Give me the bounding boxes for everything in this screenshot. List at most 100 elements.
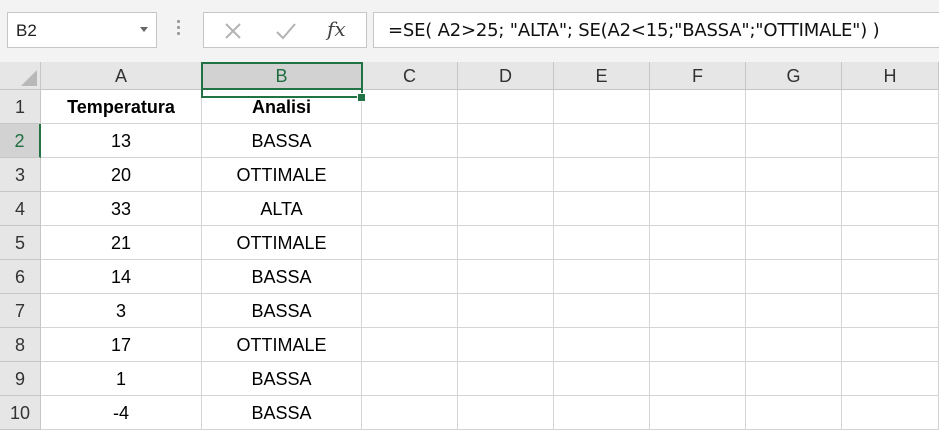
cell-g8[interactable] (746, 328, 842, 362)
cell-b4[interactable]: ALTA (202, 192, 362, 226)
cell-g5[interactable] (746, 226, 842, 260)
close-icon[interactable] (221, 19, 245, 43)
cell-g9[interactable] (746, 362, 842, 396)
column-header-d[interactable]: D (458, 62, 554, 90)
cell-c2[interactable] (362, 124, 458, 158)
cell-h10[interactable] (842, 396, 939, 430)
drag-handle-icon[interactable] (177, 20, 181, 40)
cell-g6[interactable] (746, 260, 842, 294)
cell-a2[interactable]: 13 (41, 124, 202, 158)
cell-c10[interactable] (362, 396, 458, 430)
column-header-h[interactable]: H (842, 62, 939, 90)
cell-f9[interactable] (650, 362, 746, 396)
row-header-3[interactable]: 3 (0, 158, 41, 192)
cell-h3[interactable] (842, 158, 939, 192)
cell-a8[interactable]: 17 (41, 328, 202, 362)
cell-a7[interactable]: 3 (41, 294, 202, 328)
check-icon[interactable] (274, 19, 298, 43)
cell-b6[interactable]: BASSA (202, 260, 362, 294)
spreadsheet-grid[interactable]: A B C D E F G H 1 Temperatura Analisi 2 13 BASSA 3 20 OT… (0, 62, 939, 432)
cell-h8[interactable] (842, 328, 939, 362)
column-header-c[interactable]: C (362, 62, 458, 90)
row-header-10[interactable]: 10 (0, 396, 41, 430)
cell-e1[interactable] (554, 90, 650, 124)
cell-f1[interactable] (650, 90, 746, 124)
row-header-1[interactable]: 1 (0, 90, 41, 124)
cell-a5[interactable]: 21 (41, 226, 202, 260)
cell-f4[interactable] (650, 192, 746, 226)
row-header-5[interactable]: 5 (0, 226, 41, 260)
cell-f3[interactable] (650, 158, 746, 192)
cell-c9[interactable] (362, 362, 458, 396)
column-header-g[interactable]: G (746, 62, 842, 90)
cell-h2[interactable] (842, 124, 939, 158)
cell-f2[interactable] (650, 124, 746, 158)
column-header-b[interactable]: B (202, 62, 362, 90)
cell-e7[interactable] (554, 294, 650, 328)
column-header-a[interactable]: A (41, 62, 202, 90)
column-header-f[interactable]: F (650, 62, 746, 90)
cell-c4[interactable] (362, 192, 458, 226)
row-header-9[interactable]: 9 (0, 362, 41, 396)
cell-g3[interactable] (746, 158, 842, 192)
cell-g4[interactable] (746, 192, 842, 226)
cell-a9[interactable]: 1 (41, 362, 202, 396)
cell-b8[interactable]: OTTIMALE (202, 328, 362, 362)
cell-h5[interactable] (842, 226, 939, 260)
cell-g1[interactable] (746, 90, 842, 124)
cell-f6[interactable] (650, 260, 746, 294)
cell-d7[interactable] (458, 294, 554, 328)
cell-f5[interactable] (650, 226, 746, 260)
cell-f10[interactable] (650, 396, 746, 430)
cell-e4[interactable] (554, 192, 650, 226)
cell-e2[interactable] (554, 124, 650, 158)
cell-b9[interactable]: BASSA (202, 362, 362, 396)
cell-d2[interactable] (458, 124, 554, 158)
cell-h4[interactable] (842, 192, 939, 226)
cell-c3[interactable] (362, 158, 458, 192)
cell-d6[interactable] (458, 260, 554, 294)
cell-b3[interactable]: OTTIMALE (202, 158, 362, 192)
row-header-8[interactable]: 8 (0, 328, 41, 362)
cell-e5[interactable] (554, 226, 650, 260)
cell-e8[interactable] (554, 328, 650, 362)
cell-d3[interactable] (458, 158, 554, 192)
cell-h7[interactable] (842, 294, 939, 328)
chevron-down-icon[interactable] (140, 27, 148, 32)
cell-h9[interactable] (842, 362, 939, 396)
cell-d9[interactable] (458, 362, 554, 396)
row-header-2[interactable]: 2 (0, 124, 41, 158)
cell-c5[interactable] (362, 226, 458, 260)
cell-a3[interactable]: 20 (41, 158, 202, 192)
cell-e3[interactable] (554, 158, 650, 192)
cell-a6[interactable]: 14 (41, 260, 202, 294)
cell-g10[interactable] (746, 396, 842, 430)
function-icon[interactable]: fx (327, 17, 357, 41)
cell-d10[interactable] (458, 396, 554, 430)
cell-b2[interactable]: BASSA (202, 124, 362, 158)
cell-c8[interactable] (362, 328, 458, 362)
formula-input[interactable]: =SE( A2>25; "ALTA"; SE(A2<15;"BASSA";"OT… (373, 12, 939, 48)
cell-a1[interactable]: Temperatura (41, 90, 202, 124)
cell-e6[interactable] (554, 260, 650, 294)
cell-c7[interactable] (362, 294, 458, 328)
name-box[interactable]: B2 (7, 12, 157, 48)
cell-c6[interactable] (362, 260, 458, 294)
cell-f7[interactable] (650, 294, 746, 328)
select-all-button[interactable] (0, 62, 41, 90)
fill-handle[interactable] (357, 93, 366, 102)
row-header-6[interactable]: 6 (0, 260, 41, 294)
cell-b7[interactable]: BASSA (202, 294, 362, 328)
row-header-7[interactable]: 7 (0, 294, 41, 328)
cell-a10[interactable]: -4 (41, 396, 202, 430)
row-header-4[interactable]: 4 (0, 192, 41, 226)
cell-b5[interactable]: OTTIMALE (202, 226, 362, 260)
cell-e10[interactable] (554, 396, 650, 430)
cell-d4[interactable] (458, 192, 554, 226)
cell-g2[interactable] (746, 124, 842, 158)
cell-h6[interactable] (842, 260, 939, 294)
cell-d1[interactable] (458, 90, 554, 124)
cell-d8[interactable] (458, 328, 554, 362)
cell-h1[interactable] (842, 90, 939, 124)
cell-a4[interactable]: 33 (41, 192, 202, 226)
